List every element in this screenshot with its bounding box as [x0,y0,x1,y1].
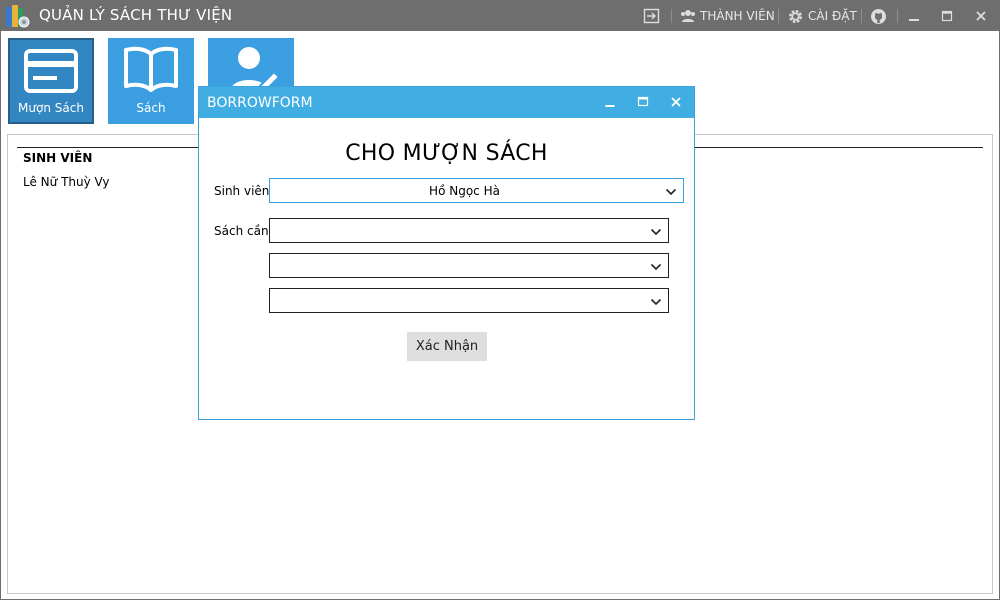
user-edit-icon [208,44,294,92]
book-select-3[interactable] [269,288,669,313]
github-button[interactable] [870,6,887,26]
dialog-titlebar: BORROWFORM [199,87,694,118]
settings-button[interactable]: CÀI ĐẶT [787,6,857,26]
dialog-close-button[interactable] [666,93,686,113]
tile-borrow-books[interactable]: Mượn Sách [8,38,94,124]
dialog-maximize-button[interactable] [633,93,653,113]
users-icon [680,9,696,23]
maximize-icon [637,96,649,111]
book-select-2[interactable] [269,253,669,278]
main-titlebar: QUẢN LÝ SÁCH THƯ VIỆN THÀNH VIÊN CÀI ĐẶT [0,0,1000,31]
borrow-dialog: BORROWFORM CHO MƯỢN SÁCH Sinh viên: Hồ N… [198,86,695,420]
chevron-down-icon [665,186,677,200]
book-select-1[interactable] [269,218,669,243]
github-icon [870,8,887,25]
minimize-button[interactable] [907,6,921,26]
chevron-down-icon [650,296,662,310]
logout-button[interactable] [643,6,661,26]
minimize-icon [907,9,921,23]
column-header-student[interactable]: SINH VIÊN [23,151,92,165]
confirm-button[interactable]: Xác Nhận [407,332,487,361]
student-label: Sinh viên: [214,184,274,198]
settings-label: CÀI ĐẶT [808,9,857,23]
student-select[interactable]: Hồ Ngọc Hà [269,178,684,203]
minimize-icon [604,96,616,111]
dialog-title: BORROWFORM [207,95,313,111]
book-icon [108,44,194,92]
close-icon [974,9,988,23]
close-button[interactable] [974,6,988,26]
maximize-button[interactable] [940,6,954,26]
members-button[interactable]: THÀNH VIÊN [680,6,775,26]
members-label: THÀNH VIÊN [700,9,775,23]
books-label: Sách cần [214,224,269,238]
dialog-heading: CHO MƯỢN SÁCH [345,141,548,166]
tile-books-label: Sách [136,101,166,115]
student-select-value: Hồ Ngọc Hà [429,184,500,198]
tile-books[interactable]: Sách [108,38,194,124]
logout-icon [643,8,661,24]
tile-borrow-label: Mượn Sách [18,101,84,115]
chevron-down-icon [650,226,662,240]
close-icon [670,96,682,111]
library-app-icon [4,3,32,29]
app-title: QUẢN LÝ SÁCH THƯ VIỆN [39,6,233,24]
table-row[interactable]: Lê Nữ Thuỳ Vy [23,175,110,189]
dialog-minimize-button[interactable] [600,93,620,113]
card-icon [10,48,92,94]
chevron-down-icon [650,261,662,275]
maximize-icon [940,9,954,23]
gear-icon [787,8,804,25]
